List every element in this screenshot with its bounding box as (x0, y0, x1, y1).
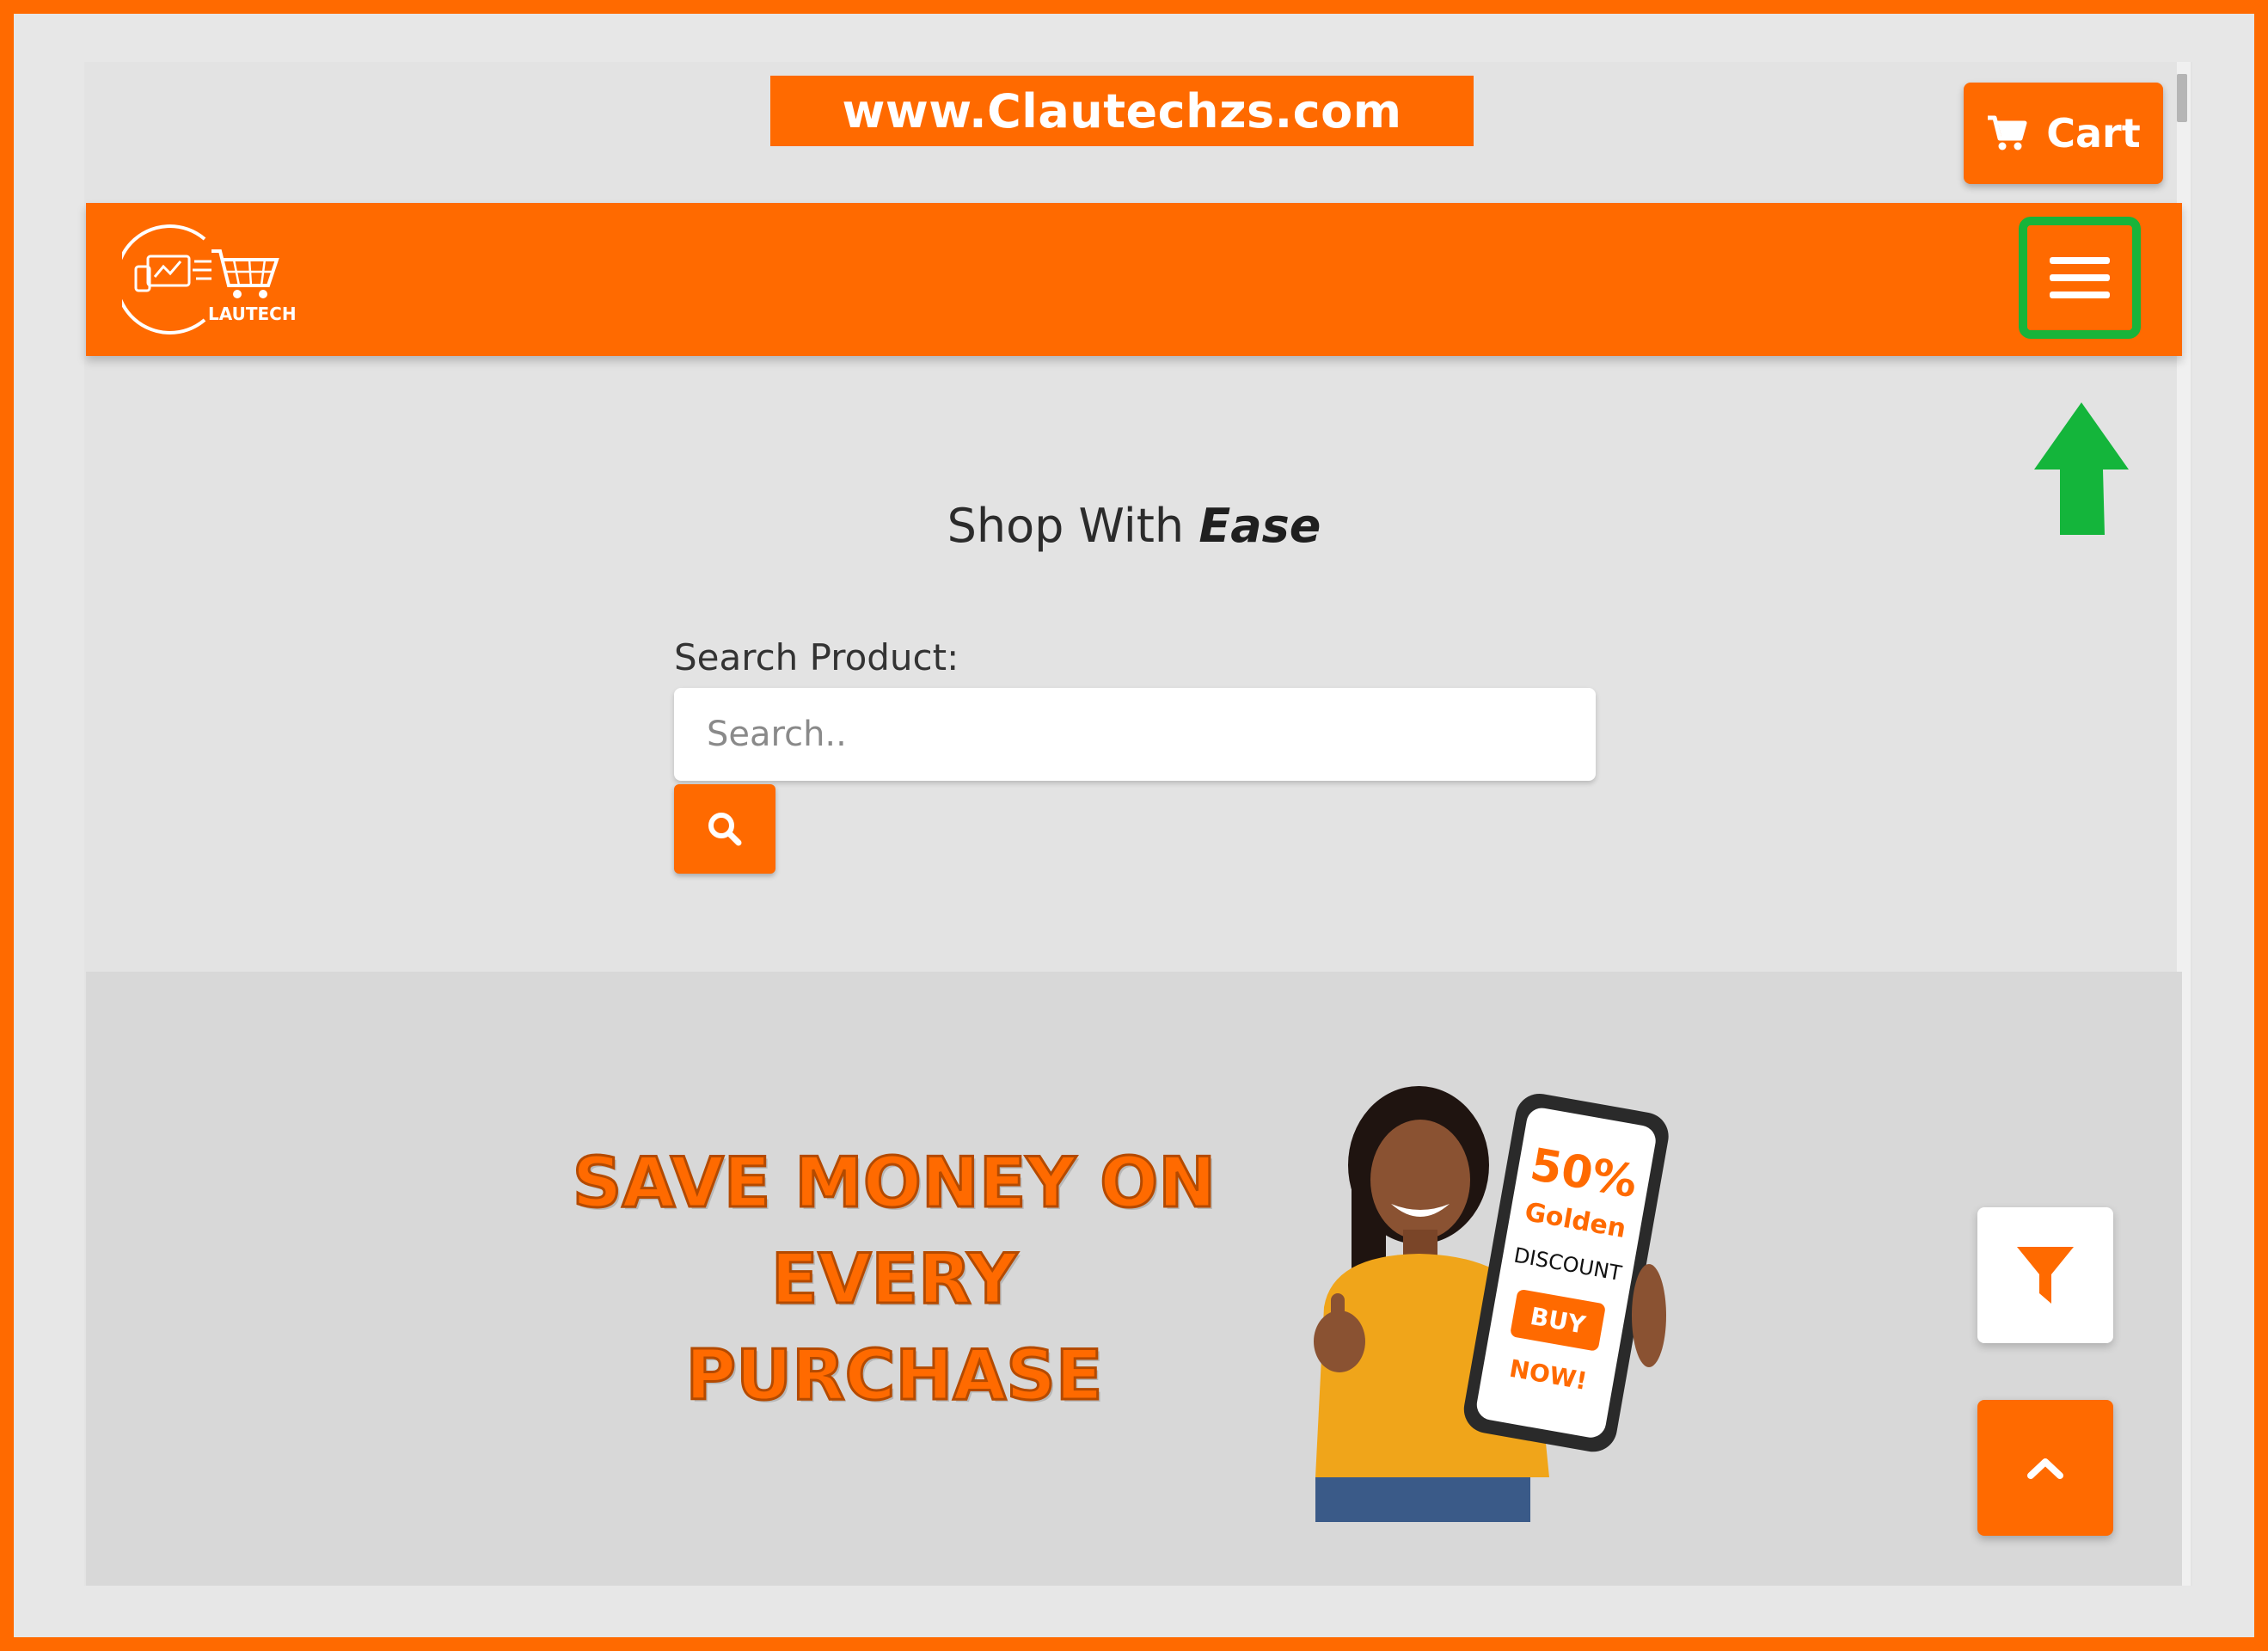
title-emphasis: Ease (1198, 499, 1321, 553)
cart-button[interactable]: Cart (1964, 83, 2163, 184)
cart-icon (1988, 115, 2027, 150)
promo-headline: SAVE MONEY ON EVERY PURCHASE (550, 1135, 1238, 1424)
search-button[interactable] (674, 784, 775, 874)
cart-label: Cart (2046, 110, 2141, 157)
filter-icon (2017, 1247, 2074, 1304)
website-url-banner: www.Clautechzs.com (770, 76, 1474, 146)
scroll-to-top-button[interactable] (1977, 1400, 2113, 1536)
scrollbar-thumb[interactable] (2177, 74, 2187, 122)
search-input[interactable] (674, 688, 1596, 781)
page-title: Shop With Ease (0, 499, 2268, 553)
filter-button[interactable] (1977, 1207, 2113, 1343)
chevron-up-icon (2027, 1458, 2063, 1479)
title-prefix: Shop With (947, 499, 1199, 553)
search-icon (708, 813, 742, 846)
promo-woman-phone-image: 50% Golden DISCOUNT BUY NOW! (1314, 1086, 1669, 1522)
promo-line-2: EVERY (769, 1238, 1018, 1321)
search-label: Search Product: (674, 636, 959, 678)
top-navbar: LAUTECH (86, 203, 2182, 356)
promo-line-3: PURCHASE (684, 1335, 1104, 1417)
clautech-logo[interactable]: LAUTECH (122, 224, 311, 335)
hamburger-menu-icon[interactable] (2034, 232, 2125, 323)
logo-text: LAUTECH (208, 304, 297, 324)
promo-line-1: SAVE MONEY ON (571, 1142, 1217, 1224)
